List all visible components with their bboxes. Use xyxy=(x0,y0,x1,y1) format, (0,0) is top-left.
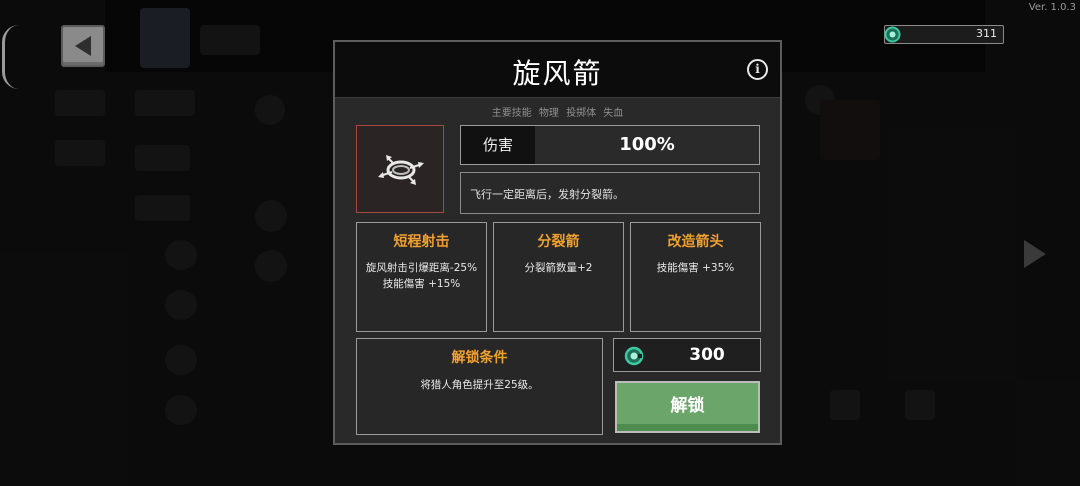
modifier-title: 改造箭头 xyxy=(667,234,724,250)
modifier-line: 技能傷害 +35% xyxy=(656,262,735,274)
back-arrow-icon xyxy=(75,36,91,56)
modifier-title: 短程射击 xyxy=(393,234,450,250)
modifier-card: 改造箭头 技能傷害 +35% xyxy=(630,222,761,332)
skill-description: 飞行一定距离后，发射分裂箭。 xyxy=(460,172,760,214)
next-arrow-icon[interactable] xyxy=(1024,240,1046,268)
skill-dialog: 旋风箭 i 主要技能 物理 投掷体 失血 伤害 100% 飞行一定距离后，发射分… xyxy=(333,40,782,445)
version-label: Ver. 1.0.3 xyxy=(1028,2,1076,13)
skill-tag: 失血 xyxy=(603,108,624,119)
damage-row: 伤害 100% xyxy=(460,125,760,165)
skill-tag: 物理 xyxy=(538,108,559,119)
green-gem-icon xyxy=(624,346,644,366)
unlock-button[interactable]: 解锁 xyxy=(615,381,760,433)
whirlwind-arrow-icon xyxy=(378,155,424,185)
unlock-condition-box: 解锁条件 将猎人角色提升至25级。 xyxy=(356,338,603,435)
modifier-desc: 技能傷害 +35% xyxy=(631,260,760,276)
currency-display: 311 xyxy=(884,25,1004,44)
modifier-line: 旋风射击引爆距离-25% xyxy=(365,262,478,274)
unlock-condition-title: 解锁条件 xyxy=(451,350,508,366)
dialog-header: 旋风箭 i xyxy=(335,42,780,98)
skill-icon-frame xyxy=(356,125,444,213)
currency-amount: 311 xyxy=(976,27,997,40)
modifier-card: 分裂箭 分裂箭数量+2 xyxy=(493,222,624,332)
damage-label: 伤害 xyxy=(461,126,536,164)
cost-value: 300 xyxy=(689,345,725,365)
damage-value: 100% xyxy=(535,126,759,164)
modifier-line: 技能傷害 +15% xyxy=(382,278,461,290)
unlock-condition-text: 将猎人角色提升至25级。 xyxy=(420,379,539,391)
skill-tag: 投掷体 xyxy=(566,108,597,119)
modifier-desc: 旋风射击引爆距离-25% 技能傷害 +15% xyxy=(357,260,486,292)
modifier-line: 分裂箭数量+2 xyxy=(524,262,593,274)
back-button[interactable] xyxy=(61,25,105,67)
side-drawer-handle[interactable] xyxy=(2,25,19,89)
modifier-title: 分裂箭 xyxy=(537,234,580,250)
green-gem-icon xyxy=(884,26,901,43)
skill-tag: 主要技能 xyxy=(491,108,532,119)
modifier-desc: 分裂箭数量+2 xyxy=(494,260,623,276)
modifier-card: 短程射击 旋风射击引爆距离-25% 技能傷害 +15% xyxy=(356,222,487,332)
info-icon[interactable]: i xyxy=(747,59,768,80)
unlock-cost: 300 xyxy=(613,338,761,372)
skill-title: 旋风箭 xyxy=(512,57,603,90)
skill-tags: 主要技能 物理 投掷体 失血 xyxy=(335,104,780,119)
